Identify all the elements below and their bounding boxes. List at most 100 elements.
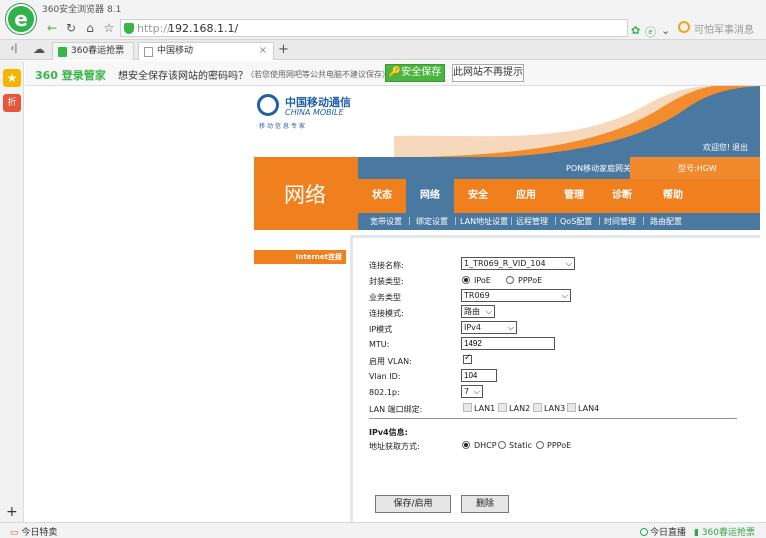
service-label: 业务类型 <box>369 293 401 302</box>
menu-diagnose[interactable]: 诊断 <box>598 179 646 213</box>
menu-manage[interactable]: 管理 <box>550 179 598 213</box>
encap-ipoe-radio[interactable] <box>462 276 470 284</box>
shield-icon <box>124 23 134 34</box>
lan1-label: LAN1 <box>474 404 496 413</box>
dont-prompt-button[interactable]: 此网站不再提示 <box>452 64 524 82</box>
encap-pppoe-radio[interactable] <box>506 276 514 284</box>
menu-help[interactable]: 帮助 <box>649 179 697 213</box>
submenu-qos[interactable]: QoS配置 <box>560 216 592 227</box>
lan2-checkbox[interactable] <box>498 403 507 412</box>
live-link[interactable]: 今日直播 <box>640 525 686 538</box>
addr-pppoe-radio[interactable] <box>536 441 544 449</box>
daily-sale-link[interactable]: ▭ 今日特卖 <box>10 525 57 538</box>
section-title: 网络 <box>284 183 326 207</box>
router-page: 中国移动通信 CHINA MOBILE 移动信息专家 欢迎您! 退出 网络 PO… <box>254 86 760 522</box>
chevron-down-icon[interactable]: ⌄ <box>661 24 670 37</box>
wan-config-form: 连接名称: 1_TR069_R_VID_104 ⌵ 封装类型: IPoE PPPo… <box>350 235 760 522</box>
menu-network[interactable]: 网络 <box>406 179 454 213</box>
encap-ipoe-label: IPoE <box>474 276 491 285</box>
logout-link[interactable]: 退出 <box>732 142 748 153</box>
chevron-down-icon: ⌵ <box>561 291 568 300</box>
refresh-icon[interactable]: ↻ <box>63 20 79 36</box>
search-placeholder: 可怕军事消息 <box>694 25 754 36</box>
addr-dhcp-label: DHCP <box>474 441 497 450</box>
sidebar-item-internet[interactable]: Internet连接 <box>254 250 346 264</box>
addr-dhcp-radio[interactable] <box>462 441 470 449</box>
submenu-binding[interactable]: 绑定设置 <box>416 216 448 227</box>
tab-360-tickets[interactable]: 360春运抢票 <box>52 42 134 60</box>
ip-mode-value: IPv4 <box>464 323 482 332</box>
cart-icon: ▭ <box>10 528 19 538</box>
home-icon[interactable]: ⌂ <box>82 20 98 36</box>
gear-icon[interactable]: ✿ <box>631 24 640 37</box>
menu-apps[interactable]: 应用 <box>502 179 550 213</box>
add-sidebar-button[interactable]: + <box>6 504 18 520</box>
phone-icon: ▮ <box>694 528 699 538</box>
new-tab-button[interactable]: + <box>278 42 289 57</box>
save-enable-button[interactable]: 保存/启用 <box>375 495 451 513</box>
dot1p-value: 7 <box>464 387 470 396</box>
tickets-label: 360春运抢票 <box>701 528 756 538</box>
left-sidebar: ★ 折 + <box>0 61 24 522</box>
ipv4-info-heading: IPv4信息: <box>369 428 408 437</box>
lan3-checkbox[interactable] <box>533 403 542 412</box>
submenu-separator: | <box>642 216 645 225</box>
china-mobile-globe-icon <box>257 94 279 116</box>
addr-static-radio[interactable] <box>498 441 506 449</box>
menu-status[interactable]: 状态 <box>358 179 406 213</box>
lan4-checkbox[interactable] <box>567 403 576 412</box>
tab-china-mobile[interactable]: 中国移动 × <box>138 42 274 60</box>
main-menu: 状态 网络 安全 应用 管理 诊断 帮助 <box>358 179 760 213</box>
lan1-checkbox[interactable] <box>463 403 472 412</box>
service-value: TR069 <box>464 291 490 300</box>
tickets-link[interactable]: ▮ 360春运抢票 <box>694 525 755 538</box>
favorites-star-icon[interactable]: ★ <box>3 69 21 87</box>
star-icon[interactable]: ☆ <box>101 20 117 36</box>
lan4-label: LAN4 <box>578 404 600 413</box>
mode-select[interactable]: 路由 ⌵ <box>461 305 495 318</box>
password-save-bar: 360 登录管家 想安全保存该网站的密码吗？ （若您使用网吧等公共电脑不建议保存… <box>25 61 766 86</box>
browser-logo-icon[interactable]: e <box>6 4 36 34</box>
submenu-separator: | <box>510 216 513 225</box>
conn-name-select[interactable]: 1_TR069_R_VID_104 ⌵ <box>461 257 575 270</box>
submenu-broadband[interactable]: 宽带设置 <box>370 216 402 227</box>
submenu-separator: | <box>554 216 557 225</box>
service-select[interactable]: TR069 ⌵ <box>461 289 571 302</box>
addr-static-label: Static <box>509 441 532 450</box>
compat-icon[interactable]: ⓔ <box>645 24 656 40</box>
submenu-remote[interactable]: 远程管理 <box>516 216 548 227</box>
submenu-lan[interactable]: LAN地址设置 <box>460 216 508 227</box>
lan2-label: LAN2 <box>509 404 531 413</box>
password-question: 想安全保存该网站的密码吗？ <box>118 71 248 82</box>
mode-value: 路由 <box>464 307 480 316</box>
vlan-enable-checkbox[interactable] <box>463 353 472 364</box>
url-input[interactable]: http:// 192.168.1.1/ ✿ ⓔ ⌄ <box>120 19 670 39</box>
sidebar-toggle-icon[interactable]: ‹| <box>6 41 22 57</box>
submenu-time[interactable]: 时间管理 <box>604 216 636 227</box>
close-icon[interactable]: × <box>259 43 267 59</box>
safe-save-button[interactable]: 🔑安全保存 <box>385 64 445 82</box>
cloud-icon[interactable]: ☁ <box>31 41 47 57</box>
window-title: 360安全浏览器 8.1 <box>42 5 122 15</box>
page-icon <box>144 47 153 57</box>
menu-security[interactable]: 安全 <box>454 179 502 213</box>
search-input[interactable]: 可怕军事消息 <box>676 19 764 37</box>
delete-button[interactable]: 删除 <box>461 495 509 513</box>
back-icon[interactable]: ← <box>44 20 60 36</box>
vlan-id-input[interactable] <box>461 369 497 382</box>
welcome-text: 欢迎您! <box>703 143 731 152</box>
submenu-separator: | <box>454 216 457 225</box>
submenu-separator: | <box>598 216 601 225</box>
gift-icon[interactable]: 折 <box>3 94 21 112</box>
chevron-down-icon: ⌵ <box>507 323 514 332</box>
dot1p-select[interactable]: 7 ⌵ <box>461 385 483 398</box>
dot1p-label: 802.1p: <box>369 388 400 397</box>
conn-name-value: 1_TR069_R_VID_104 <box>464 259 546 268</box>
live-label: 今日直播 <box>650 528 687 538</box>
pon-gateway-label: PON移动家庭网关 <box>566 164 632 173</box>
ip-mode-select[interactable]: IPv4 ⌵ <box>461 321 517 334</box>
mtu-input[interactable] <box>461 337 555 350</box>
tab-label: 中国移动 <box>157 46 194 56</box>
divider <box>369 418 737 419</box>
submenu-route[interactable]: 路由配置 <box>650 216 682 227</box>
